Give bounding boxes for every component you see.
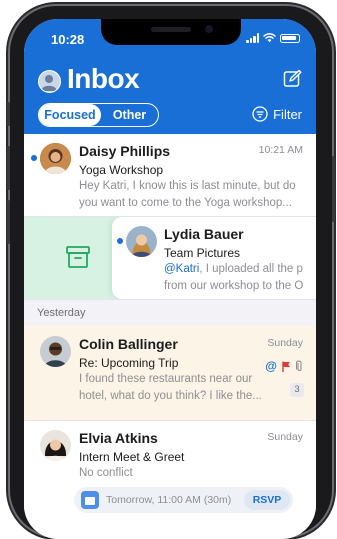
section-header-yesterday: Yesterday	[24, 300, 316, 326]
account-avatar[interactable]	[38, 70, 61, 93]
archive-icon[interactable]	[65, 244, 91, 270]
message-subject: Intern Meet & Greet	[79, 450, 185, 464]
status-icons	[246, 33, 300, 43]
preview-line: I found these restaurants near our	[79, 373, 253, 385]
tab-focused[interactable]: Focused	[39, 104, 101, 126]
thread-count-badge: 3	[290, 383, 304, 397]
message-preview: Hey Katri, I know this is last minute, b…	[79, 178, 309, 212]
battery-icon	[280, 33, 300, 43]
message-subject: Team Pictures	[164, 246, 241, 260]
avatar	[40, 336, 71, 367]
unread-indicator	[117, 238, 123, 244]
unread-indicator	[31, 155, 37, 161]
message-time: 10:21 AM	[258, 144, 303, 156]
volume-up-button	[7, 146, 10, 190]
message-row-daisy-phillips[interactable]: Daisy Phillips 10:21 AM Yoga Workshop He…	[24, 134, 316, 217]
filter-label: Filter	[273, 106, 302, 122]
mute-switch	[7, 102, 10, 126]
message-time: Sunday	[267, 337, 303, 349]
compose-icon[interactable]	[283, 69, 302, 88]
tab-other[interactable]: Other	[101, 108, 158, 122]
filter-button[interactable]: Filter	[252, 106, 302, 122]
avatar	[40, 143, 71, 174]
flag-icon[interactable]	[282, 361, 291, 372]
filter-icon	[252, 106, 268, 122]
message-time: Sunday	[267, 431, 303, 443]
sender-name: Elvia Atkins	[79, 430, 158, 446]
message-preview: No conflict	[79, 467, 133, 479]
wifi-icon	[263, 33, 276, 43]
swipe-archive-row: Lydia Bauer Team Pictures @Katri, I uplo…	[24, 217, 316, 300]
avatar	[126, 226, 157, 257]
sender-name: Lydia Bauer	[164, 226, 244, 242]
inbox-tab-toggle: Focused Other	[38, 103, 159, 127]
sender-name: Daisy Phillips	[79, 143, 171, 159]
mention-link[interactable]: @Katri	[164, 263, 199, 275]
signal-icon	[246, 33, 259, 43]
message-row-colin-ballinger[interactable]: Colin Ballinger Sunday Re: Upcoming Trip…	[24, 326, 316, 421]
preview-line: hotel, what do you think? I like the...	[79, 390, 262, 402]
message-row-lydia-bauer[interactable]: Lydia Bauer Team Pictures @Katri, I uplo…	[112, 217, 316, 299]
message-preview: @Katri, I uploaded all the p from our wo…	[164, 261, 316, 295]
event-invite[interactable]: Tomorrow, 11:00 AM (30m) RSVP	[74, 487, 293, 513]
message-list: Daisy Phillips 10:21 AM Yoga Workshop He…	[24, 134, 316, 531]
message-subject: Re: Upcoming Trip	[79, 356, 179, 370]
status-time: 10:28	[51, 32, 85, 47]
preview-line: you want to come to the Yoga workshop...	[79, 197, 292, 209]
preview-line: Hey Katri, I know this is last minute, b…	[79, 180, 296, 192]
avatar	[40, 430, 71, 461]
message-preview: I found these restaurants near our hotel…	[79, 371, 285, 405]
preview-line: , I uploaded all the p	[199, 263, 303, 275]
message-row-elvia-atkins[interactable]: Elvia Atkins Sunday Intern Meet & Greet …	[24, 421, 316, 531]
rsvp-button[interactable]: RSVP	[244, 490, 290, 510]
message-subject: Yoga Workshop	[79, 163, 164, 177]
calendar-icon	[81, 491, 99, 509]
page-title: Inbox	[67, 63, 140, 94]
event-time: Tomorrow, 11:00 AM (30m)	[106, 494, 232, 506]
sender-name: Colin Ballinger	[79, 336, 178, 352]
attachment-icon	[296, 360, 302, 371]
app-screen: 10:28 Inbox Focused Other Filter Daisy P…	[24, 19, 316, 539]
preview-line: from our workshop to the O	[164, 280, 304, 292]
notch	[101, 19, 241, 45]
volume-down-button	[7, 200, 10, 244]
power-button	[332, 156, 335, 222]
